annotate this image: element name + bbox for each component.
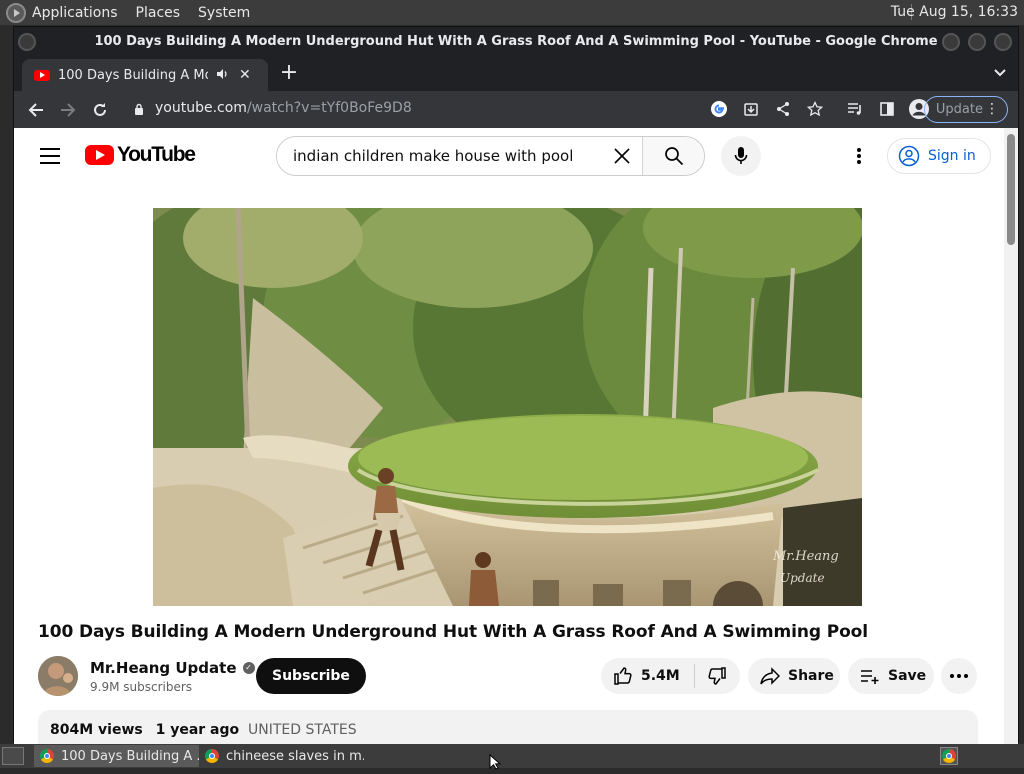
thumbs-up-icon xyxy=(614,667,632,685)
thumbs-down-icon xyxy=(708,667,726,685)
new-tab-button[interactable]: + xyxy=(276,61,302,87)
search-button[interactable] xyxy=(642,137,704,175)
subscribe-button[interactable]: Subscribe xyxy=(256,658,366,694)
tab-title: 100 Days Building A Moder xyxy=(58,67,208,83)
tab-close-icon[interactable]: ✕ xyxy=(239,67,251,83)
clock[interactable]: Tue Aug 15, 16:33 xyxy=(891,4,1018,20)
forward-button[interactable] xyxy=(52,94,84,126)
view-count: 804M views xyxy=(50,722,143,738)
places-menu[interactable]: Places xyxy=(136,5,181,21)
share-arrow-icon xyxy=(760,667,780,685)
svg-text:Mr.Heang: Mr.Heang xyxy=(772,549,839,564)
install-app-icon[interactable] xyxy=(736,94,766,124)
close-window-button[interactable] xyxy=(994,33,1012,51)
upload-age: 1 year ago xyxy=(155,722,240,738)
save-to-playlist-button[interactable]: Save xyxy=(848,658,934,694)
minimize-button[interactable] xyxy=(942,33,960,51)
chrome-update-button[interactable]: Update ⋮ xyxy=(923,96,1008,123)
show-desktop-button[interactable] xyxy=(2,747,24,765)
channel-avatar[interactable] xyxy=(38,656,78,696)
chrome-window: 100 Days Building A Modern Underground H… xyxy=(13,26,1019,744)
audio-playing-icon[interactable] xyxy=(216,68,229,83)
window-title: 100 Days Building A Modern Underground H… xyxy=(94,34,938,49)
channel-name-link[interactable]: Mr.Heang Update ✓ xyxy=(90,659,255,677)
settings-kebab-icon[interactable] xyxy=(848,144,870,168)
tab-youtube-video[interactable]: 100 Days Building A Moder ✕ xyxy=(22,59,268,91)
search-input[interactable] xyxy=(277,137,602,175)
youtube-wordmark: YouTube xyxy=(117,143,196,166)
sign-in-button[interactable]: Sign in xyxy=(887,138,991,174)
account-icon xyxy=(898,145,920,167)
tray-chrome-icon[interactable] xyxy=(940,747,958,765)
guide-menu-icon[interactable] xyxy=(40,148,60,164)
scrollbar-thumb[interactable] xyxy=(1007,134,1015,245)
system-menu[interactable]: System xyxy=(198,5,250,21)
maximize-button[interactable] xyxy=(968,33,986,51)
share-page-icon[interactable] xyxy=(768,94,798,124)
like-dislike-group: 5.4M xyxy=(601,658,740,694)
youtube-favicon-icon xyxy=(34,69,50,81)
video-location: UNITED STATES xyxy=(248,722,357,738)
youtube-logo[interactable]: YouTube xyxy=(85,143,196,167)
search-box xyxy=(276,136,705,176)
window-menu-button[interactable] xyxy=(18,33,36,51)
page-scrollbar[interactable] xyxy=(1004,128,1018,744)
tab-strip: 100 Days Building A Moder ✕ + xyxy=(14,57,1018,91)
youtube-play-logo-icon xyxy=(85,145,114,165)
video-title: 100 Days Building A Modern Underground H… xyxy=(38,622,868,642)
side-panel-icon[interactable] xyxy=(872,94,902,124)
bookmark-star-icon[interactable] xyxy=(800,94,830,124)
voice-search-mic-icon[interactable] xyxy=(721,136,761,176)
back-button[interactable] xyxy=(20,94,52,126)
share-button[interactable]: Share xyxy=(748,658,840,694)
taskbar-item-chinese-slaves[interactable]: chineese slaves in m... xyxy=(199,745,364,767)
verified-badge-icon: ✓ xyxy=(242,661,255,674)
channel-info: Mr.Heang Update ✓ 9.9M subscribers xyxy=(90,659,255,694)
playlist-add-icon xyxy=(861,670,879,684)
subscriber-count: 9.9M subscribers xyxy=(90,679,193,694)
window-titlebar[interactable]: 100 Days Building A Modern Underground H… xyxy=(14,27,1018,57)
youtube-masthead: YouTube Sign in xyxy=(14,128,1018,184)
taskbar-item-youtube[interactable]: 100 Days Building A ... xyxy=(34,745,199,767)
mouse-cursor-icon xyxy=(489,753,502,774)
chrome-menu-kebab-icon[interactable]: ⋮ xyxy=(985,97,999,122)
video-frame-grass-roof-hut: Mr.Heang Update xyxy=(153,208,862,606)
youtube-watch-page: YouTube Sign in xyxy=(14,128,1018,744)
dislike-button[interactable] xyxy=(707,666,727,686)
desktop-top-panel: Applications Places System Tue Aug 15, 1… xyxy=(0,0,1024,25)
like-button[interactable]: 5.4M xyxy=(601,658,680,694)
like-count: 5.4M xyxy=(641,668,680,684)
distro-logo-icon[interactable] xyxy=(6,2,26,23)
like-divider xyxy=(693,664,695,688)
clear-search-icon[interactable] xyxy=(602,137,642,175)
desktop-taskbar: 100 Days Building A ... chineese slaves … xyxy=(0,744,1024,768)
channel-owner: Mr.Heang Update ✓ 9.9M subscribers xyxy=(38,655,255,697)
chrome-icon xyxy=(205,749,219,763)
address-bar[interactable]: youtube.com/watch?v=tYf0BoFe9D8 xyxy=(155,100,412,116)
applications-menu[interactable]: Applications xyxy=(32,5,118,21)
video-player[interactable]: Mr.Heang Update xyxy=(153,208,862,606)
more-actions-icon[interactable] xyxy=(941,658,977,694)
google-lens-icon[interactable] xyxy=(704,94,734,124)
description-box[interactable]: 804M views 1 year ago UNITED STATES xyxy=(38,710,978,744)
tab-search-chevron-icon[interactable] xyxy=(994,65,1006,81)
lock-icon[interactable] xyxy=(134,101,144,115)
search-icon xyxy=(664,147,683,166)
media-control-icon[interactable] xyxy=(840,94,870,124)
browser-toolbar: youtube.com/watch?v=tYf0BoFe9D8 Update ⋮ xyxy=(14,91,1018,128)
svg-text:Update: Update xyxy=(780,571,825,585)
chrome-icon xyxy=(40,749,54,763)
reload-button[interactable] xyxy=(84,94,116,126)
